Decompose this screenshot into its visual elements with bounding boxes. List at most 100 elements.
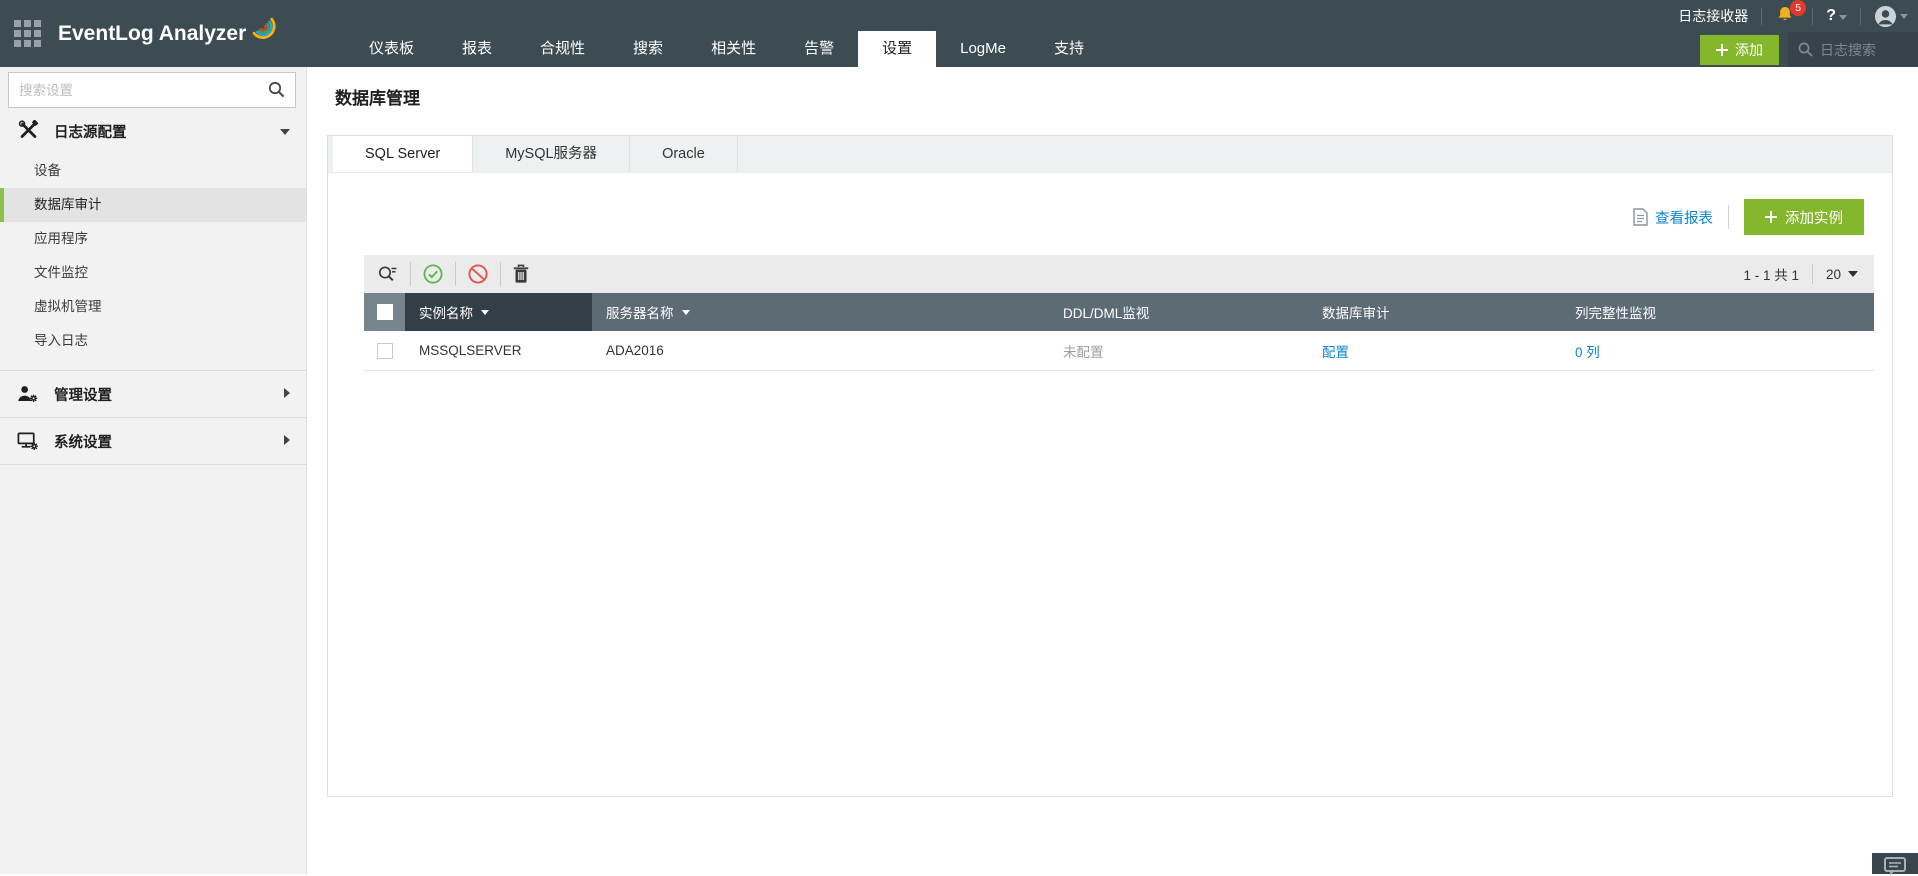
divider <box>1761 7 1763 25</box>
disable-ban-icon[interactable] <box>467 263 489 285</box>
cell-instance-name: MSSQLSERVER <box>419 343 522 358</box>
notifications-bell-icon[interactable]: 5 <box>1775 0 1807 27</box>
advanced-search-icon[interactable] <box>377 264 399 284</box>
sidebar-item-import-logs[interactable]: 导入日志 <box>0 324 306 358</box>
log-search-box <box>1788 32 1918 67</box>
row-checkbox[interactable] <box>376 342 393 359</box>
column-header-ddl-dml-monitor: DDL/DML监视 <box>1049 293 1308 331</box>
tab-mysql-server[interactable]: MySQL服务器 <box>473 136 631 172</box>
column-header-instance-name[interactable]: 实例名称 <box>405 293 592 331</box>
column-header-database-audit: 数据库审计 <box>1308 293 1561 331</box>
nav-tab-correlation[interactable]: 相关性 <box>687 31 780 67</box>
sidebar-items: 设备 数据库审计 应用程序 文件监控 虚拟机管理 导入日志 <box>0 154 306 370</box>
app-logo-text: EventLog Analyzer <box>58 21 247 45</box>
configure-link[interactable]: 配置 <box>1322 341 1349 361</box>
database-type-tabs: SQL Server MySQL服务器 Oracle <box>328 136 1892 173</box>
select-all-checkbox[interactable] <box>376 304 393 320</box>
add-button[interactable]: 添加 <box>1700 34 1779 65</box>
sidebar-section-log-source-config[interactable]: 日志源配置 <box>0 108 306 154</box>
topbar-branding: EventLog Analyzer <box>0 0 345 67</box>
sidebar-section-label: 管理设置 <box>54 387 112 404</box>
sidebar-item-devices[interactable]: 设备 <box>0 154 306 188</box>
logo-swirl-icon <box>252 17 276 39</box>
nav-tab-settings[interactable]: 设置 <box>858 31 937 67</box>
sort-caret-icon <box>481 309 489 315</box>
tab-sql-server[interactable]: SQL Server <box>333 136 474 172</box>
user-gear-icon <box>16 383 40 406</box>
monitor-gear-icon <box>16 430 40 453</box>
user-menu[interactable] <box>1874 5 1908 28</box>
column-header-column-integrity: 列完整性监视 <box>1561 293 1874 331</box>
topbar: EventLog Analyzer 仪表板 报表 合规性 搜索 相关性 告警 设… <box>0 0 1918 67</box>
sidebar-item-applications[interactable]: 应用程序 <box>0 222 306 256</box>
chevron-down-icon <box>1839 15 1847 20</box>
help-menu[interactable]: ? <box>1826 7 1847 25</box>
chevron-down-icon <box>1848 271 1858 277</box>
instances-table: 1 - 1 共 1 20 实例名称 服务器名称 DDL/DML监视 数据库审计 … <box>364 255 1874 371</box>
column-count-link[interactable]: 0 列 <box>1575 341 1600 361</box>
divider <box>1811 264 1813 284</box>
sidebar-item-database-audit[interactable]: 数据库审计 <box>0 188 306 222</box>
feedback-chat-button[interactable] <box>1872 853 1918 875</box>
divider <box>500 262 501 286</box>
divider <box>1728 205 1729 229</box>
sidebar-section-admin-settings[interactable]: 管理设置 <box>0 371 306 417</box>
log-receiver-link[interactable]: 日志接收器 <box>1678 6 1748 26</box>
sidebar: 日志源配置 设备 数据库审计 应用程序 文件监控 虚拟机管理 导入日志 <box>0 67 307 874</box>
settings-search-input[interactable] <box>8 72 296 108</box>
nav-tab-compliance[interactable]: 合规性 <box>516 31 609 67</box>
main-content: 数据库管理 SQL Server MySQL服务器 Oracle 查看报表 添加… <box>307 67 1918 874</box>
nav-tab-support[interactable]: 支持 <box>1030 31 1108 67</box>
document-icon <box>1633 208 1648 226</box>
panel-actions: 查看报表 添加实例 <box>328 199 1864 235</box>
sidebar-section-label: 系统设置 <box>54 434 112 451</box>
tab-oracle[interactable]: Oracle <box>630 136 738 172</box>
chevron-down-icon <box>1900 13 1908 19</box>
cell-server-name: ADA2016 <box>606 343 664 358</box>
nav-tab-search[interactable]: 搜索 <box>609 31 687 67</box>
sidebar-section-system-settings[interactable]: 系统设置 <box>0 418 306 464</box>
cell-ddl-dml-status: 未配置 <box>1063 344 1104 360</box>
nav-tab-dashboard[interactable]: 仪表板 <box>345 31 438 67</box>
plus-icon <box>1765 211 1777 223</box>
divider <box>410 262 411 286</box>
notification-count-badge: 5 <box>1790 0 1807 16</box>
tools-icon <box>16 120 40 142</box>
topbar-right: 日志接收器 5 ? 添加 日志搜索 <box>1678 0 1918 67</box>
chevron-right-icon <box>284 386 290 402</box>
nav-tab-reports[interactable]: 报表 <box>438 31 516 67</box>
divider <box>455 262 456 286</box>
chevron-down-icon <box>280 123 290 139</box>
main-nav: 仪表板 报表 合规性 搜索 相关性 告警 设置 LogMe 支持 <box>345 0 1108 67</box>
column-header-server-name[interactable]: 服务器名称 <box>592 293 1049 331</box>
sort-caret-icon <box>681 309 690 315</box>
enable-check-icon[interactable] <box>422 263 444 285</box>
delete-trash-icon[interactable] <box>512 264 530 284</box>
nav-tab-alerts[interactable]: 告警 <box>780 31 858 67</box>
apps-grid-icon[interactable] <box>14 20 41 47</box>
table-toolbar: 1 - 1 共 1 20 <box>364 255 1874 293</box>
search-icon[interactable] <box>267 80 286 99</box>
nav-tab-logme[interactable]: LogMe <box>936 31 1030 67</box>
pagination-range: 1 - 1 共 1 <box>1743 268 1799 283</box>
table-row: MSSQLSERVER ADA2016 未配置 配置 0 列 <box>364 331 1874 371</box>
search-icon <box>1798 42 1813 57</box>
divider <box>1812 7 1814 25</box>
table-header-row: 实例名称 服务器名称 DDL/DML监视 数据库审计 列完整性监视 <box>364 293 1874 331</box>
row-select-cell <box>364 342 405 359</box>
page-size-dropdown[interactable]: 20 <box>1826 267 1861 282</box>
sidebar-item-vm-management[interactable]: 虚拟机管理 <box>0 290 306 324</box>
plus-icon <box>1716 43 1728 56</box>
select-all-cell <box>364 293 405 331</box>
add-instance-button[interactable]: 添加实例 <box>1744 199 1864 235</box>
sidebar-item-file-monitoring[interactable]: 文件监控 <box>0 256 306 290</box>
divider <box>1860 7 1861 25</box>
app-logo[interactable]: EventLog Analyzer <box>58 17 277 46</box>
sidebar-section-label: 日志源配置 <box>54 124 127 141</box>
user-avatar-icon <box>1874 5 1897 27</box>
page-title: 数据库管理 <box>335 89 420 108</box>
chat-icon <box>1884 857 1906 875</box>
view-reports-link[interactable]: 查看报表 <box>1633 207 1713 228</box>
chevron-right-icon <box>284 433 290 449</box>
database-management-panel: SQL Server MySQL服务器 Oracle 查看报表 添加实例 1 -… <box>327 135 1893 797</box>
